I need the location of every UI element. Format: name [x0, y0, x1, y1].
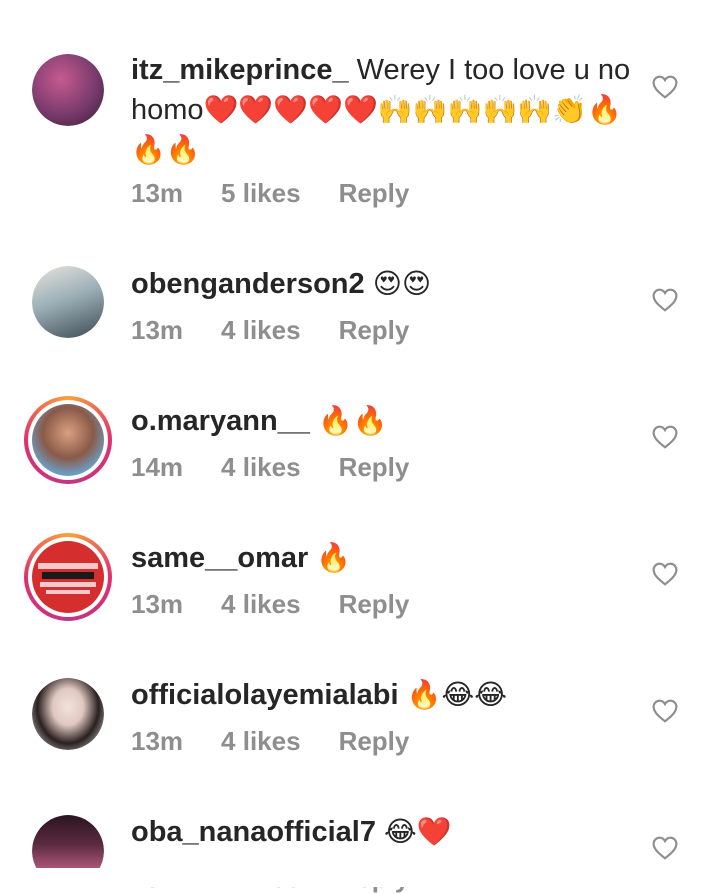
avatar-image — [32, 678, 104, 750]
timestamp: 13m — [131, 315, 184, 345]
reply-button[interactable]: Reply — [339, 452, 410, 482]
username[interactable]: o.maryann__ — [131, 405, 310, 437]
like-count[interactable]: 4 likes — [221, 315, 301, 345]
username[interactable]: obenganderson2 — [131, 268, 365, 300]
heart-outline-icon[interactable] — [652, 288, 678, 312]
comment-emojis: 🔥🔥 — [317, 404, 388, 437]
heart-outline-icon[interactable] — [652, 75, 678, 99]
like-count[interactable]: 5 likes — [221, 178, 301, 208]
username[interactable]: same__omar — [131, 542, 308, 574]
avatar-story-ring[interactable] — [24, 396, 112, 484]
like-count[interactable]: 4 likes — [221, 452, 301, 482]
comment-meta: 13m 4 likes Reply — [131, 589, 447, 620]
reply-button[interactable]: Reply — [339, 726, 410, 756]
comment-emojis: 🔥😂😂 — [406, 678, 507, 711]
avatar-story-ring[interactable] — [24, 533, 112, 621]
comment-body — [399, 679, 407, 711]
reply-button[interactable]: Reply — [339, 315, 410, 345]
heart-outline-icon[interactable] — [652, 836, 678, 860]
comment-meta: 13m 4 likes Reply — [131, 726, 447, 757]
username[interactable]: itz_mikeprince_ — [131, 54, 349, 86]
avatar[interactable] — [32, 266, 104, 338]
avatar[interactable] — [32, 54, 104, 126]
reply-button[interactable]: Reply — [339, 178, 410, 208]
heart-outline-icon[interactable] — [652, 425, 678, 449]
comment-emojis: 🔥 — [316, 541, 352, 574]
timestamp: 14m — [131, 452, 184, 482]
avatar[interactable] — [32, 678, 104, 750]
comment-text: o.maryann__ 🔥🔥 — [131, 401, 631, 441]
comment-text: same__omar 🔥 — [131, 538, 631, 578]
timestamp: 13m — [131, 726, 184, 756]
heart-outline-icon[interactable] — [652, 562, 678, 586]
viewport-bottom-edge — [0, 868, 720, 887]
like-count[interactable]: 4 likes — [221, 726, 301, 756]
comment-meta: 13m 4 likes Reply — [131, 315, 447, 346]
comment-emojis: ❤️❤️❤️❤️❤️🙌🙌🙌🙌🙌👏🔥🔥🔥 — [131, 93, 622, 166]
reply-button[interactable]: Reply — [339, 589, 410, 619]
comment-body — [310, 405, 318, 437]
timestamp: 13m — [131, 178, 184, 208]
avatar-image — [32, 266, 104, 338]
comment-meta: 13m 5 likes Reply — [131, 178, 447, 209]
comment-meta: 14m 4 likes Reply — [131, 452, 447, 483]
heart-outline-icon[interactable] — [652, 699, 678, 723]
comment-body — [365, 268, 373, 300]
comment-text: officialolayemialabi 🔥😂😂 — [131, 675, 631, 715]
timestamp: 13m — [131, 589, 184, 619]
comment-text: itz_mikeprince_ Werey I too love u no ho… — [131, 51, 631, 170]
comment-text: oba_nanaofficial7 😂❤️ — [131, 812, 631, 852]
avatar-banner-graphic — [38, 563, 98, 594]
avatar-image — [32, 54, 104, 126]
comment-text: obenganderson2 😍😍 — [131, 264, 631, 304]
comment-body — [376, 816, 384, 848]
username[interactable]: officialolayemialabi — [131, 679, 399, 711]
comment-emojis: 😂❤️ — [384, 815, 452, 848]
avatar-image — [32, 541, 104, 613]
avatar-image — [32, 404, 104, 476]
username[interactable]: oba_nanaofficial7 — [131, 816, 376, 848]
comment-emojis: 😍😍 — [372, 267, 432, 300]
like-count[interactable]: 4 likes — [221, 589, 301, 619]
